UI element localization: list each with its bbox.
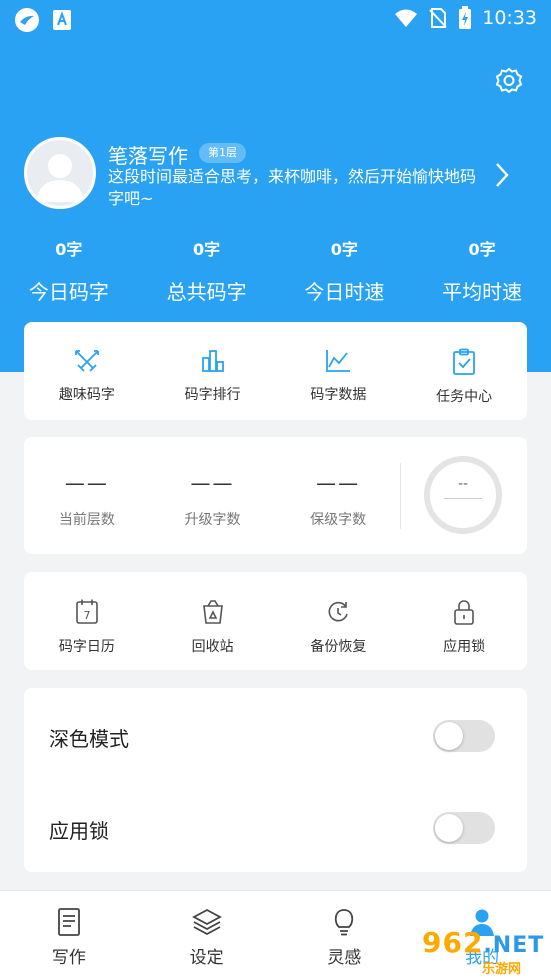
stat-average-speed: 0字 平均时速 (413, 238, 551, 308)
nav-write[interactable]: 写作 (0, 891, 138, 979)
feature-label: 趣味码字 (58, 387, 115, 403)
dark-mode-row: 深色模式 (24, 690, 527, 780)
tools-card: 7 码字日历 回收站 备份恢复 应用锁 (24, 572, 527, 670)
crossed-swords-icon (74, 350, 99, 372)
chevron-right-icon[interactable] (493, 161, 511, 189)
system-status: 10:33 (394, 6, 537, 30)
tool-writing-calendar[interactable]: 7 码字日历 (24, 572, 150, 670)
layers-icon (191, 908, 222, 936)
stat-value: 0字 (468, 240, 496, 259)
battery-charging-icon (459, 6, 472, 29)
metric-label: 升级字数 (184, 512, 241, 528)
dark-mode-label: 深色模式 (49, 727, 129, 751)
stat-value: 0字 (193, 240, 221, 259)
app-lock-label: 应用锁 (49, 819, 109, 843)
notification-icons (14, 7, 72, 33)
stat-today-speed: 0字 今日时速 (276, 238, 414, 308)
clipboard-check-icon (453, 348, 476, 375)
feature-writing-data[interactable]: 码字数据 (276, 322, 402, 420)
stat-value: 0字 (330, 240, 358, 259)
metric-value: —— (190, 471, 235, 495)
watermark-sub: 乐游网 (482, 962, 522, 977)
feature-task-center[interactable]: 任务中心 (401, 322, 527, 420)
tool-label: 回收站 (191, 639, 234, 655)
feature-label: 码字数据 (310, 387, 367, 403)
tool-label: 应用锁 (443, 639, 486, 655)
no-sim-icon (429, 8, 447, 28)
divider (400, 463, 401, 529)
nav-settings[interactable]: 设定 (138, 891, 276, 979)
clock: 10:33 (482, 7, 537, 29)
lightbulb-icon (335, 909, 354, 936)
stat-label: 平均时速 (442, 280, 523, 304)
stat-value: 0字 (55, 240, 83, 259)
tool-backup-restore[interactable]: 备份恢复 (276, 572, 402, 670)
avatar[interactable] (24, 137, 96, 209)
status-bar: 10:33 (0, 0, 551, 38)
stat-today-words: 0字 今日码字 (0, 238, 138, 308)
calendar-day: 7 (83, 609, 90, 622)
profile-motto: 这段时间最适合思考，来杯咖啡，然后开始愉快地码字吧~ (108, 167, 477, 208)
metric-current-level: —— 当前层数 (24, 437, 150, 554)
wifi-icon (395, 9, 418, 27)
nav-inspiration[interactable]: 灵感 (276, 891, 414, 979)
feature-ranking[interactable]: 码字排行 (150, 322, 276, 420)
level-progress-ring: -- (424, 456, 502, 534)
app-lock-switch[interactable] (433, 812, 495, 844)
stat-label: 今日时速 (304, 280, 385, 304)
calendar-icon: 7 (76, 599, 98, 624)
app-lock-row: 应用锁 (24, 782, 527, 872)
switch-knob (435, 814, 463, 842)
watermark-logo: 962.NET 乐游网 (418, 926, 548, 977)
metric-label: 当前层数 (58, 512, 115, 528)
dark-mode-switch[interactable] (433, 720, 495, 752)
watermark-text: 962.NET (422, 926, 544, 959)
nav-label: 设定 (189, 948, 224, 968)
stat-total-words: 0字 总共码字 (138, 238, 276, 308)
metric-upgrade-words: —— 升级字数 (150, 437, 276, 554)
stat-label: 今日码字 (28, 280, 109, 304)
feature-fun-writing[interactable]: 趣味码字 (24, 322, 150, 420)
metric-value: —— (64, 471, 109, 495)
bar-ranking-icon (201, 350, 224, 372)
lock-icon (454, 600, 474, 625)
recycle-bin-icon (202, 600, 223, 624)
feature-label: 任务中心 (436, 389, 493, 405)
level-card: —— 当前层数 —— 升级字数 —— 保级字数 -- (24, 437, 527, 554)
line-chart-icon (326, 350, 351, 372)
tool-label: 备份恢复 (310, 639, 367, 655)
feature-card: 趣味码字 码字排行 码字数据 任务中心 (24, 322, 527, 420)
backup-restore-icon (328, 601, 349, 622)
feature-label: 码字排行 (184, 387, 241, 403)
tool-recycle-bin[interactable]: 回收站 (150, 572, 276, 670)
stat-label: 总共码字 (166, 280, 247, 304)
app-notification-icon (15, 8, 39, 32)
level-badge: 第1层 (199, 143, 246, 163)
watermark-suffix: .NET (483, 933, 545, 958)
tool-app-lock[interactable]: 应用锁 (401, 572, 527, 670)
nav-label: 写作 (51, 948, 86, 968)
ring-value: -- (457, 476, 469, 492)
default-avatar-icon (36, 154, 84, 202)
metric-keep-level-words: —— 保级字数 (275, 437, 401, 554)
settings-toggles-card: 深色模式 应用锁 (24, 688, 527, 872)
metric-label: 保级字数 (310, 512, 367, 528)
nav-label: 灵感 (327, 948, 362, 968)
watermark-number: 962 (422, 926, 484, 959)
username[interactable]: 笔落写作 (108, 140, 188, 169)
writing-stats: 0字 今日码字 0字 总共码字 0字 今日时速 0字 平均时速 (0, 238, 551, 308)
font-notification-icon (53, 10, 71, 30)
gear-icon[interactable] (494, 66, 524, 96)
metric-value: —— (316, 471, 361, 495)
tool-label: 码字日历 (58, 639, 115, 655)
ring-divider (444, 498, 482, 499)
document-icon (57, 908, 80, 936)
switch-knob (435, 722, 463, 750)
